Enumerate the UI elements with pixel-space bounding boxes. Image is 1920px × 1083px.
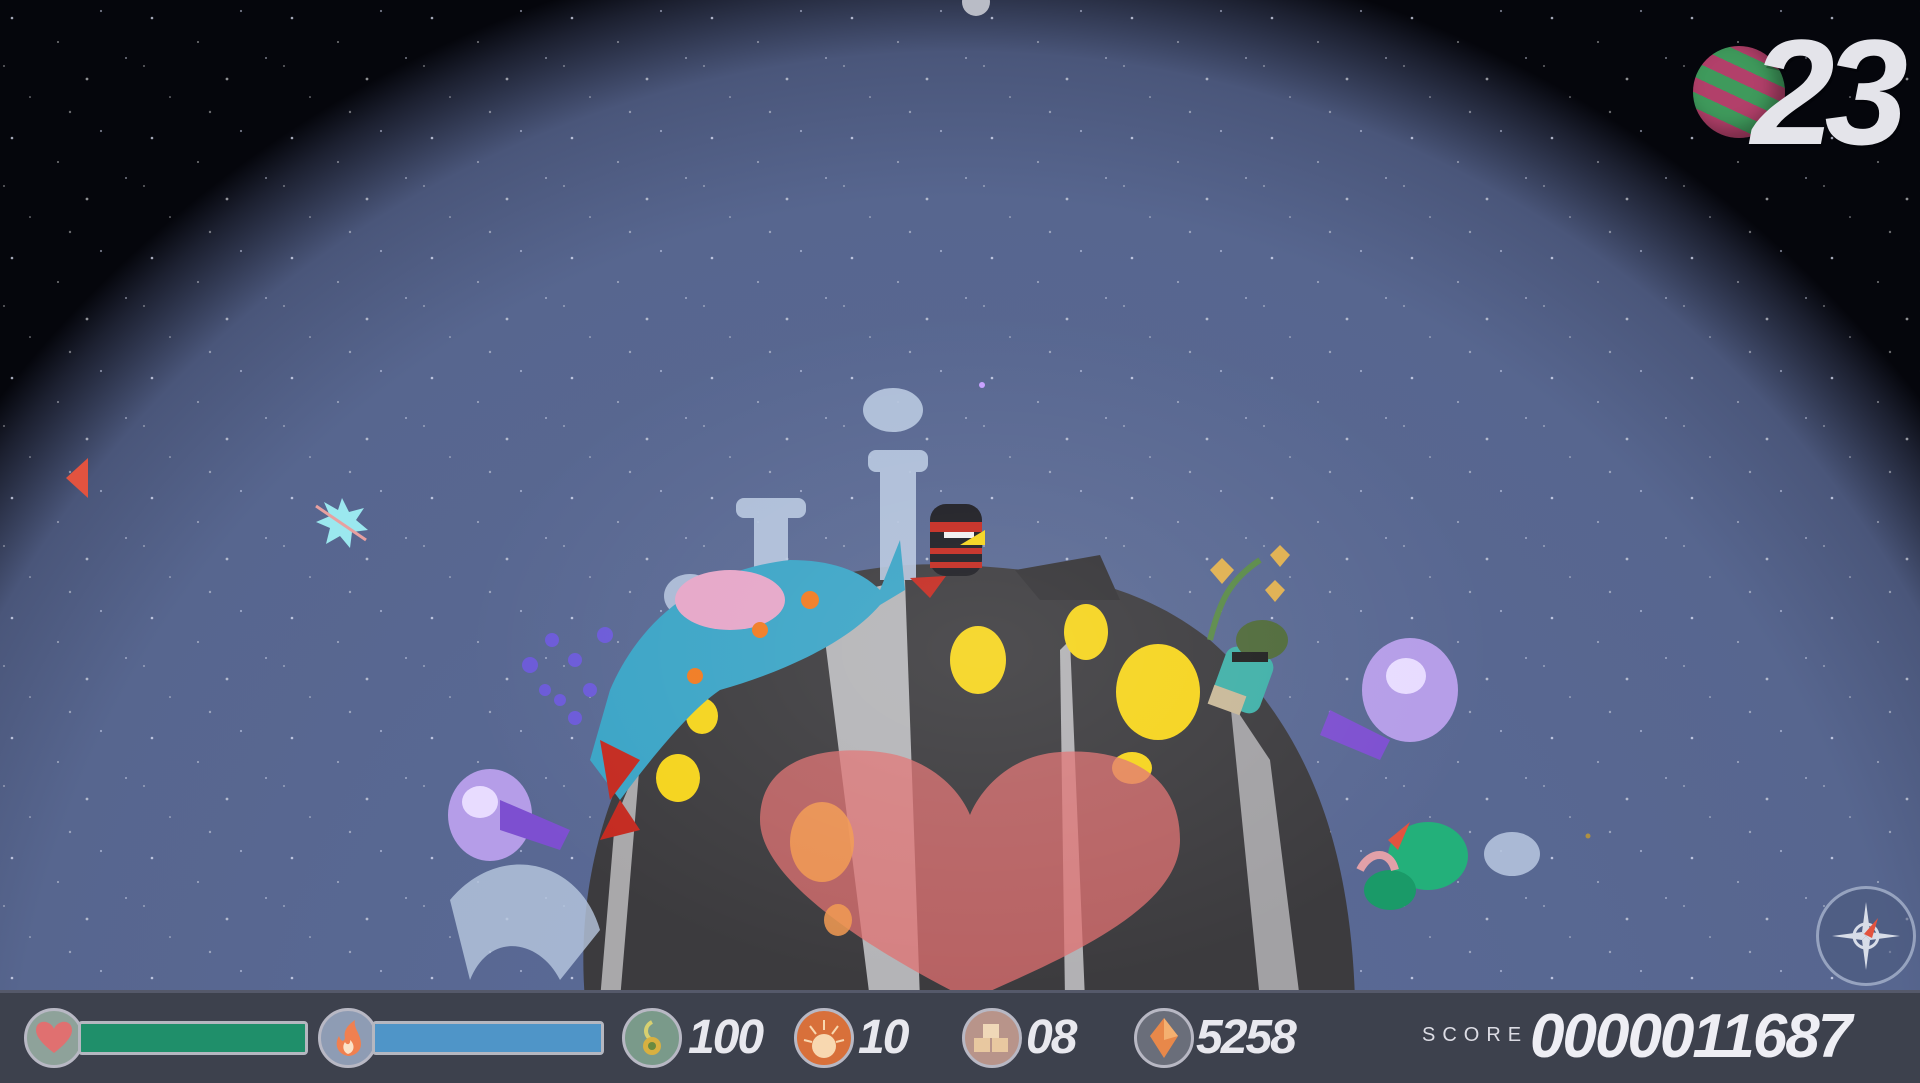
sun-icon — [794, 1008, 854, 1068]
gem-icon — [1134, 1008, 1194, 1068]
compass-icon[interactable] — [1816, 886, 1916, 986]
heart-icon — [24, 1008, 84, 1068]
game-scene — [0, 0, 1920, 1080]
crates-icon — [962, 1008, 1022, 1068]
seeds-count: 100 — [688, 1011, 764, 1064]
seed-icon — [622, 1008, 682, 1068]
gems-count: 5258 — [1196, 1011, 1297, 1064]
score-value: 0000011687 — [1530, 1002, 1852, 1071]
level-number: 23 — [1751, 8, 1908, 176]
crates-count: 08 — [1026, 1011, 1077, 1064]
fuel-bar — [372, 1021, 604, 1055]
score-label: SCORE — [1422, 1024, 1529, 1046]
level-counter: 23 — [1693, 8, 1908, 176]
hud-bar: 100 10 08 5258 SCORE 0000011687 — [0, 990, 1920, 1083]
sun-energy-count: 10 — [858, 1011, 909, 1064]
health-bar — [78, 1021, 308, 1055]
flame-icon — [318, 1008, 378, 1068]
